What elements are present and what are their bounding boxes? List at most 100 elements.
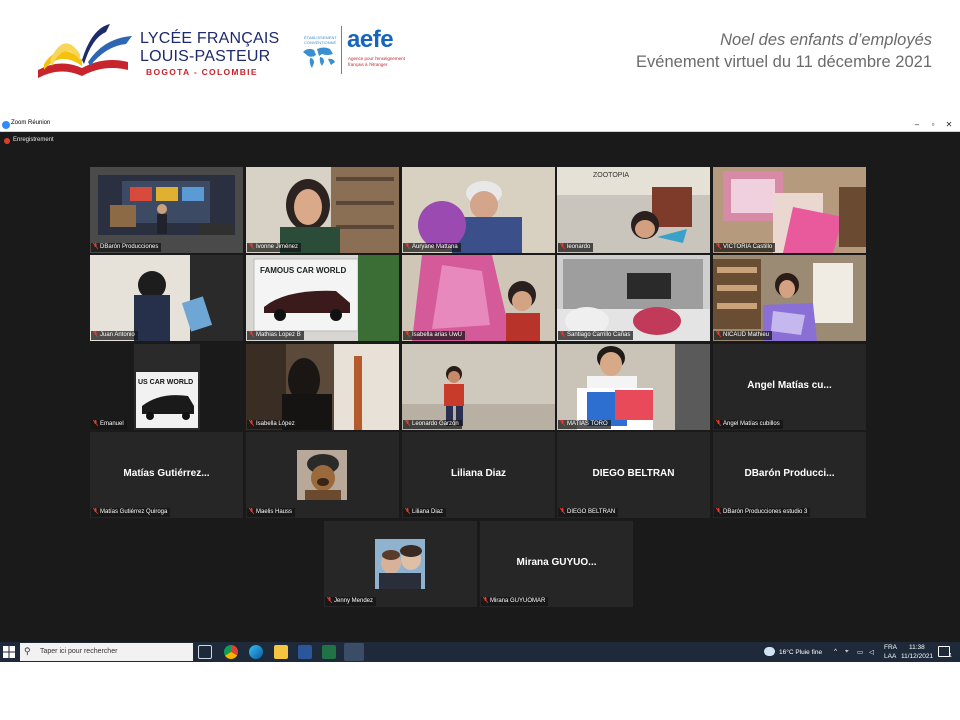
participant-tile[interactable]: Mirana GUYUO... Mirana GUYUOMAR (480, 521, 633, 607)
notifications-icon[interactable]: 1 (938, 646, 952, 659)
close-button[interactable]: ✕ (942, 119, 956, 130)
mic-muted-icon (560, 331, 565, 337)
participant-tile[interactable]: US CAR WORLD Emanuel (90, 344, 243, 430)
excel-icon[interactable] (322, 645, 336, 659)
file-explorer-icon[interactable] (274, 645, 288, 659)
clock-time[interactable]: 11:38 (909, 644, 925, 651)
participant-name: Isabella López (256, 421, 295, 427)
minimize-button[interactable]: – (910, 119, 924, 130)
language-code-2[interactable]: LAA (884, 653, 896, 660)
participant-name: Emanuel (100, 421, 124, 427)
mic-muted-icon (93, 508, 98, 514)
participant-display-name: Matías Gutiérrez... (123, 468, 210, 479)
word-icon[interactable] (298, 645, 312, 659)
participant-tile[interactable]: Isabella López (246, 344, 399, 430)
participant-name-tag: VICTORIA Castillo (714, 243, 776, 252)
participant-tile[interactable]: DBarón Producciones (90, 167, 243, 253)
event-title: Noel des enfants d’employés (720, 31, 932, 49)
video-feed (402, 344, 555, 430)
video-feed: FAMOUS CAR WORLD (246, 255, 399, 341)
participant-name: Mirana GUYUOMAR (490, 598, 546, 604)
video-feed (90, 167, 243, 253)
mic-muted-icon (249, 508, 254, 514)
participant-display-name: Ángel Matías cu... (747, 380, 832, 391)
participant-display-name: Liliana Diaz (450, 468, 506, 479)
recording-label: Enregistrement (13, 137, 54, 143)
chevron-up-icon[interactable]: ^ (834, 648, 837, 655)
mic-muted-icon (405, 331, 410, 337)
participant-tile[interactable]: Santiago Carrillo Cañas (557, 255, 710, 341)
video-feed: US CAR WORLD (90, 344, 243, 430)
participant-tile[interactable]: Jenny Mendez (324, 521, 477, 607)
participant-name: Liliana Diaz (412, 509, 444, 515)
participant-tile[interactable]: FAMOUS CAR WORLD Mathias Lopez B (246, 255, 399, 341)
participant-name: Maelis Hauss (256, 509, 293, 515)
participant-tile[interactable]: NICAUD Mathieu (713, 255, 866, 341)
participant-name: leonardo (567, 244, 591, 250)
mic-muted-icon (560, 508, 565, 514)
language-code-1[interactable]: FRA (884, 644, 897, 651)
window-title-bar[interactable]: Zoom Réunion – ▫ ✕ (0, 118, 960, 132)
participant-name-tag: Liliana Diaz (403, 508, 447, 517)
participant-tile[interactable]: DIEGO BELTRAN DIEGO BELTRAN (557, 432, 710, 518)
mic-muted-icon (405, 508, 410, 514)
profile-picture (375, 539, 425, 589)
video-feed (402, 167, 555, 253)
participant-name-tag: DBarón Producciones estudio 3 (714, 508, 811, 517)
participant-name: Jenny Mendez (334, 598, 374, 604)
mic-muted-icon (249, 243, 254, 249)
participant-tile[interactable]: ZOOTOPIA leonardo (557, 167, 710, 253)
mic-muted-icon (716, 420, 721, 426)
chrome-icon[interactable] (224, 645, 238, 659)
video-feed (557, 255, 710, 341)
participant-tile[interactable]: Maelis Hauss (246, 432, 399, 518)
participant-tile[interactable]: Matías Gutiérrez... Matías Gutiérrez Quir… (90, 432, 243, 518)
participant-tile[interactable]: Ivonne Jiménez (246, 167, 399, 253)
mic-muted-icon (249, 420, 254, 426)
mic-muted-icon (560, 243, 565, 249)
participant-name-tag: Mirana GUYUOMAR (481, 597, 549, 606)
participant-name-tag: leonardo (558, 243, 594, 252)
video-feed (90, 255, 243, 341)
participant-name: Ivonne Jiménez (256, 244, 299, 250)
participant-tile[interactable]: Auryane Mattana (402, 167, 555, 253)
video-feed (246, 344, 399, 430)
clock-date[interactable]: 11/12/2021 (901, 653, 933, 660)
volume-icon[interactable]: ◁ (869, 648, 874, 656)
participant-tile[interactable]: VICTORIA Castillo (713, 167, 866, 253)
participant-tile[interactable]: Ángel Matías cu... Ángel Matías cubillos (713, 344, 866, 430)
participant-name: DBarón Producciones (100, 244, 159, 250)
participant-name: MATIAS TORO (567, 421, 608, 427)
mic-muted-icon (483, 597, 488, 603)
participant-tile[interactable]: Juan Antonio (90, 255, 243, 341)
window-title: Zoom Réunion (11, 120, 51, 126)
participant-display-name: DBarón Producci... (744, 468, 835, 479)
windows-start-icon[interactable] (3, 646, 15, 658)
network-icon[interactable]: ▭ (857, 648, 863, 656)
participant-tile[interactable]: MATIAS TORO (557, 344, 710, 430)
mic-muted-icon (93, 331, 98, 337)
participant-name: Mathias Lopez B (256, 332, 301, 338)
edge-icon[interactable] (249, 645, 263, 659)
event-date: Evénement virtuel du 11 décembre 2021 (636, 53, 932, 71)
participant-name-tag: Emanuel (91, 420, 127, 429)
weather-text[interactable]: 16°C Pluie fine (779, 649, 822, 656)
profile-picture (297, 450, 347, 500)
world-map-icon (303, 47, 335, 68)
zoom-taskbar-icon[interactable] (344, 643, 364, 661)
participant-tile[interactable]: Leonardo Garzón (402, 344, 555, 430)
participant-name-tag: Jenny Mendez (325, 597, 377, 606)
participant-tile[interactable]: DBarón Producci... DBarón Producciones es… (713, 432, 866, 518)
video-feed (713, 255, 866, 341)
location-icon[interactable]: ⌖ (845, 648, 849, 656)
participant-tile[interactable]: Isabella arias UwU (402, 255, 555, 341)
maximize-button[interactable]: ▫ (926, 119, 940, 130)
participant-name-tag: Santiago Carrillo Cañas (558, 331, 634, 340)
participant-name-tag: Matías Gutiérrez Quiroga (91, 508, 171, 517)
participant-name-tag: Maelis Hauss (247, 508, 296, 517)
recording-indicator[interactable]: Enregistrement (0, 133, 960, 149)
participant-name-tag: DBarón Producciones (91, 243, 162, 252)
taskbar-search-input[interactable]: ⚲ Taper ici pour rechercher (20, 643, 193, 661)
participant-tile[interactable]: Liliana Diaz Liliana Diaz (402, 432, 555, 518)
task-view-icon[interactable] (198, 645, 212, 659)
